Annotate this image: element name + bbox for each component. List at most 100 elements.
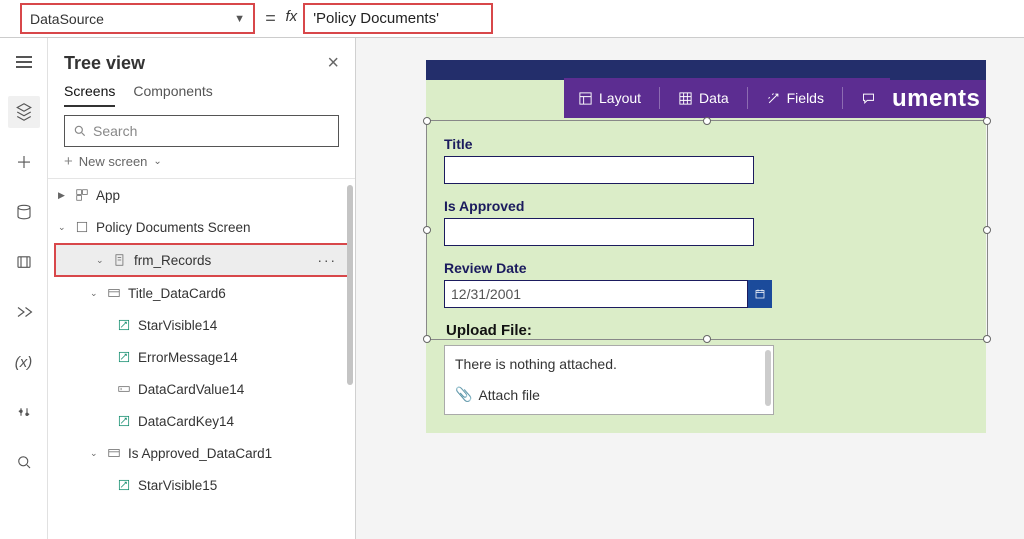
resize-handle[interactable] [703, 117, 711, 125]
tree-label: StarVisible15 [138, 478, 217, 493]
tab-screens[interactable]: Screens [64, 83, 115, 107]
tree-view-icon[interactable] [8, 96, 40, 128]
chevron-down-icon: ⌄ [153, 156, 161, 167]
search-rail-icon[interactable] [8, 446, 40, 478]
tree-label: ErrorMessage14 [138, 350, 238, 365]
tree-item-title-datacard[interactable]: ⌄ Title_DataCard6 [48, 277, 355, 309]
tree-item-datacardkey14[interactable]: DataCardKey14 [48, 405, 355, 437]
tree-item-starvisible15[interactable]: StarVisible15 [48, 469, 355, 501]
chat-icon [861, 91, 876, 106]
collapse-icon[interactable]: ⌄ [58, 222, 68, 233]
divider [747, 87, 748, 109]
fx-label: fx [286, 0, 304, 37]
property-name: DataSource [30, 11, 104, 27]
variables-icon[interactable]: (x) [8, 346, 40, 378]
left-rail: (x) [0, 38, 48, 539]
formula-input[interactable]: 'Policy Documents' [303, 3, 493, 34]
form-icon [112, 252, 128, 268]
attach-label: Attach file [478, 387, 539, 403]
attach-file-link[interactable]: 📎 Attach file [455, 386, 763, 403]
screen-icon [74, 219, 90, 235]
chevron-down-icon: ▼ [234, 13, 245, 25]
toolbar-layout-label: Layout [599, 90, 641, 106]
toolbar-data-label: Data [699, 90, 729, 106]
tree-item-starvisible14[interactable]: StarVisible14 [48, 309, 355, 341]
search-input[interactable]: Search [64, 115, 339, 147]
toolbar-data[interactable]: Data [678, 90, 729, 106]
field-label-review: Review Date [444, 260, 968, 276]
tree-item-errormessage14[interactable]: ErrorMessage14 [48, 341, 355, 373]
layout-icon [578, 91, 593, 106]
formula-bar: DataSource ▼ = fx 'Policy Documents' [0, 0, 1024, 38]
tree-item-approved-datacard[interactable]: ⌄ Is Approved_DataCard1 [48, 437, 355, 469]
settings-icon[interactable] [8, 396, 40, 428]
toolbar-ideas[interactable] [861, 91, 876, 106]
control-icon [116, 349, 132, 365]
control-icon [116, 413, 132, 429]
tree-tabs: Screens Components [48, 79, 355, 107]
insert-icon[interactable] [8, 146, 40, 178]
tree-label: Title_DataCard6 [128, 286, 226, 301]
equals-label: = [255, 0, 286, 37]
tree-label: DataCardKey14 [138, 414, 234, 429]
expand-icon[interactable]: ▶ [58, 190, 68, 201]
calendar-button[interactable] [748, 280, 772, 308]
media-icon[interactable] [8, 246, 40, 278]
data-icon[interactable] [8, 196, 40, 228]
grid-icon [678, 91, 693, 106]
resize-handle[interactable] [983, 117, 991, 125]
toolbar-fields[interactable]: Fields [766, 90, 824, 106]
tree-view-title: Tree view [64, 53, 145, 74]
calendar-icon [754, 288, 766, 300]
search-icon [73, 124, 87, 138]
app-icon [74, 187, 90, 203]
divider [842, 87, 843, 109]
collapse-icon[interactable]: ⌄ [90, 288, 100, 299]
toolbar-layout[interactable]: Layout [578, 90, 641, 106]
paperclip-icon: 📎 [455, 386, 472, 403]
tree-item-datacardvalue14[interactable]: DataCardValue14 [48, 373, 355, 405]
resize-handle[interactable] [983, 335, 991, 343]
hamburger-icon[interactable] [8, 46, 40, 78]
attachment-box[interactable]: There is nothing attached. 📎 Attach file [444, 345, 774, 415]
new-screen-label: New screen [79, 154, 148, 169]
toolbar-fields-label: Fields [787, 90, 824, 106]
input-icon [116, 381, 132, 397]
tree-item-screen[interactable]: ⌄ Policy Documents Screen [48, 211, 355, 243]
resize-handle[interactable] [423, 117, 431, 125]
close-icon[interactable]: × [327, 52, 339, 75]
resize-handle[interactable] [983, 226, 991, 234]
tab-components[interactable]: Components [133, 83, 212, 107]
field-label-approved: Is Approved [444, 198, 968, 214]
resize-handle[interactable] [423, 335, 431, 343]
review-date-input[interactable] [444, 280, 748, 308]
datacard-icon [106, 285, 122, 301]
formula-value: 'Policy Documents' [313, 10, 439, 27]
tree-label: Is Approved_DataCard1 [128, 446, 272, 461]
tree-item-frm-records[interactable]: ⌄ frm_Records ··· [54, 243, 349, 277]
scrollbar[interactable] [347, 185, 353, 385]
design-canvas[interactable]: Layout Data Fields uments [356, 38, 1024, 539]
field-label-upload: Upload File: [446, 322, 968, 339]
scrollbar[interactable] [765, 350, 771, 406]
resize-handle[interactable] [423, 226, 431, 234]
app-screen-preview: Layout Data Fields uments [426, 60, 986, 433]
flows-icon[interactable] [8, 296, 40, 328]
more-icon[interactable]: ··· [318, 253, 338, 268]
plus-icon: + [64, 153, 73, 170]
tree-label: frm_Records [134, 253, 211, 268]
collapse-icon[interactable]: ⌄ [90, 448, 100, 459]
collapse-icon[interactable]: ⌄ [96, 255, 106, 266]
divider [659, 87, 660, 109]
form-preview: Title Is Approved Review Date Upload Fil… [444, 126, 968, 415]
control-icon [116, 317, 132, 333]
tree-label: StarVisible14 [138, 318, 217, 333]
property-dropdown[interactable]: DataSource ▼ [20, 3, 255, 34]
attachment-empty-text: There is nothing attached. [455, 356, 763, 372]
title-input[interactable] [444, 156, 754, 184]
approved-input[interactable] [444, 218, 754, 246]
tree-label: DataCardValue14 [138, 382, 244, 397]
tree-item-app[interactable]: ▶ App [48, 179, 355, 211]
form-property-toolbar: Layout Data Fields [564, 78, 890, 118]
new-screen-button[interactable]: + New screen ⌄ [48, 147, 355, 178]
